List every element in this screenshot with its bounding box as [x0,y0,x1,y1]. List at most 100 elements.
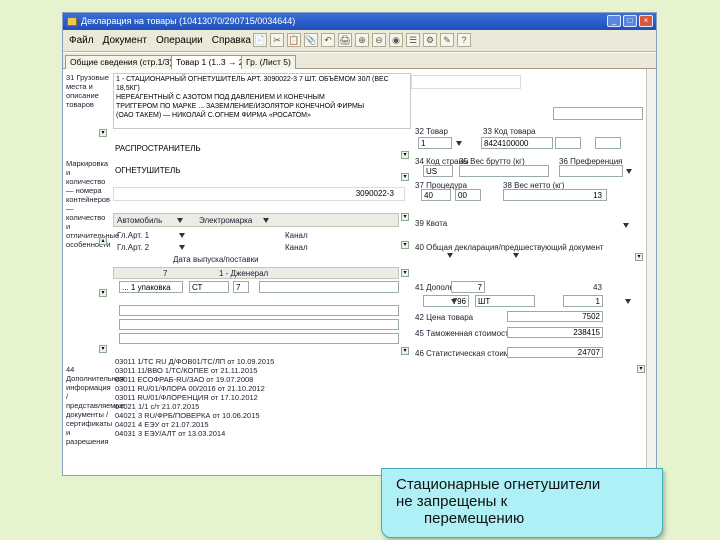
dropdown-arrow-icon[interactable]: ▾ [401,241,409,249]
code-796-dropdown-icon[interactable] [451,299,457,304]
document-row[interactable]: 04031 3 ЕЭУ/АЛТ от 13.03.2014 [115,429,405,438]
scroll-down-icon[interactable]: ▾ [99,289,107,297]
dropdown-arrow-icon[interactable]: ▾ [401,173,409,181]
g46-expand-icon[interactable]: ▾ [637,365,645,373]
g37-top-field[interactable] [553,107,643,120]
maximize-button[interactable]: □ [623,15,637,27]
document-row[interactable]: 03011 ЕСОФРАБ-RU/ЗАО от 19.07.2008 [115,375,405,384]
document-row[interactable]: 03011 11/ВВО 1/ТС/КОПЕЕ от 21.11.2015 [115,366,405,375]
description-line-7[interactable]: 3090022-3 [113,187,405,201]
window-title: Декларация на товары (10413070/290715/00… [81,16,296,26]
settings-icon[interactable]: ⚙ [423,33,437,47]
callout-line-1: Стационарные огнетушители [396,476,601,493]
g33-extra-field-2[interactable] [595,137,621,149]
gl-art-1-dropdown-icon[interactable] [179,233,185,238]
g37-field-a[interactable]: 40 [421,189,451,201]
remove-icon[interactable]: ⊖ [372,33,386,47]
st-value-field[interactable]: 7 [233,281,249,293]
document-row[interactable]: 03011 RU/01/ФЛОРА 00/2016 от 21.10.2012 [115,384,405,393]
description-line-5: РАСПРОСТРАНИТЕЛЬ [113,143,405,157]
g41-field[interactable]: 7 [451,281,485,293]
right-top-field[interactable] [411,75,521,89]
extra-field-1[interactable] [119,305,399,316]
menu-document[interactable]: Документ [103,35,147,46]
scroll-up-icon[interactable]: ▴ [99,237,107,245]
menu-file[interactable]: Файл [69,35,94,46]
g36-field[interactable] [559,165,623,177]
g41-unit-field[interactable]: ШТ [475,295,535,307]
g37-field-b[interactable]: 00 [455,189,481,201]
transport-type-b: Электромарка [199,216,253,225]
g32-field[interactable]: 1 [418,137,452,149]
extra-field-3[interactable] [119,333,399,344]
g40-dropdown-icon-2[interactable] [513,253,519,258]
st-extra-field[interactable] [259,281,399,293]
vertical-scrollbar[interactable] [646,69,656,475]
minimize-button[interactable]: _ [607,15,621,27]
g39-label: 39 Квота [415,219,448,228]
g39-dropdown-icon[interactable] [623,223,629,228]
g33-extra-field[interactable] [555,137,581,149]
g33-field[interactable]: 8424100000 [481,137,553,149]
transport-dropdown-icon-2[interactable] [263,218,269,223]
help-icon[interactable]: ? [457,33,471,47]
dropdown-arrow-icon[interactable]: ▾ [401,213,409,221]
transport-dropdown-icon[interactable] [177,218,183,223]
cut-icon[interactable]: ✂ [270,33,284,47]
attach-icon[interactable]: 📎 [304,33,318,47]
transport-type-a: Автомобиль [117,216,163,225]
document-row[interactable]: 03011 1/ТС RU Д/ФОВ01/ТС/ЛП от 10.09.201… [115,357,405,366]
close-button[interactable]: × [639,15,653,27]
g40-dropdown-icon[interactable] [447,253,453,258]
scroll-down-icon[interactable]: ▾ [99,345,107,353]
g34-field[interactable]: US [423,165,453,177]
g32-label: 32 Товар [415,127,448,136]
document-row[interactable]: 04021 4 ЕЭУ от 21.07.2015 [115,420,405,429]
num-7: 7 [163,269,168,278]
document-row[interactable]: 04021 3 RU/ФРБ/ПОВЕРКА от 10.06.2015 [115,411,405,420]
tab-general[interactable]: Общие сведения (стр.1/3) [65,55,178,69]
callout-note: Стационарные огнетушители не запрещены к… [381,468,663,538]
list-icon[interactable]: ☰ [406,33,420,47]
tab-goods[interactable]: Товар 1 (1..3 → 2) [171,55,252,69]
g35-field[interactable] [459,165,549,177]
g46-field[interactable]: 24707 [507,347,603,358]
dropdown-arrow-icon[interactable]: ▾ [401,347,409,355]
g44-label: 44 Дополнительная информация / представл… [66,365,126,446]
document-row[interactable]: 04021 1/1 с/т 21.07.2015 [115,402,405,411]
menu-help[interactable]: Справка [212,35,251,46]
code-796-field[interactable]: 796 [423,295,469,307]
description-textarea[interactable]: 1 - СТАЦИОНАРНЫЙ ОГНЕТУШИТЕЛЬ АРТ. 30900… [113,73,411,129]
record-icon[interactable]: ◉ [389,33,403,47]
tab-sheet[interactable]: Гр. (Лист 5) [241,55,296,69]
toolbar: 📄 ✂ 📋 📎 ↶ 🖨 ⊕ ⊖ ◉ ☰ ⚙ ✎ ? [253,33,471,47]
paste-icon[interactable]: 📋 [287,33,301,47]
undo-icon[interactable]: ↶ [321,33,335,47]
gl-art-1: Гл.Арт. 1 [117,231,150,240]
dropdown-arrow-icon[interactable]: ▾ [401,151,409,159]
g42-field[interactable]: 7502 [507,311,603,322]
menu-operations[interactable]: Операции [156,35,203,46]
package-field[interactable]: ... 1 упаковка [119,281,183,293]
description-line-6: ОГНЕТУШИТЕЛЬ [113,165,405,179]
print-icon[interactable]: 🖨 [338,33,352,47]
g43-field[interactable]: 1 [563,295,603,307]
add-icon[interactable]: ⊕ [355,33,369,47]
scroll-down-icon[interactable]: ▾ [99,129,107,137]
st-field[interactable]: СТ [189,281,229,293]
g40-expand-icon[interactable]: ▾ [635,253,643,261]
g45-label: 45 Таможенная стоимость [415,329,513,338]
extra-field-2[interactable] [119,319,399,330]
g38-field[interactable]: 13 [503,189,607,201]
dropdown-arrow-icon[interactable]: ▾ [401,269,409,277]
gl-art-2-dropdown-icon[interactable] [179,245,185,250]
g36-dropdown-icon[interactable] [626,169,632,174]
edit-icon[interactable]: ✎ [440,33,454,47]
document-row[interactable]: 03011 RU/01/ФЛОРЕНЦИЯ от 17.10.2012 [115,393,405,402]
description-line-1: 1 - СТАЦИОНАРНЫЙ ОГНЕТУШИТЕЛЬ АРТ. 30900… [116,76,389,92]
g32-dropdown-icon[interactable] [456,141,462,146]
description-line-3: ТРИГГЕРОМ ПО МАРКЕ ... ЗАЗЕМЛЕНИЕ/ИЗОЛЯТ… [116,103,365,110]
g45-field[interactable]: 238415 [507,327,603,338]
new-document-icon[interactable]: 📄 [253,33,267,47]
g43-dropdown-icon[interactable] [625,299,631,304]
